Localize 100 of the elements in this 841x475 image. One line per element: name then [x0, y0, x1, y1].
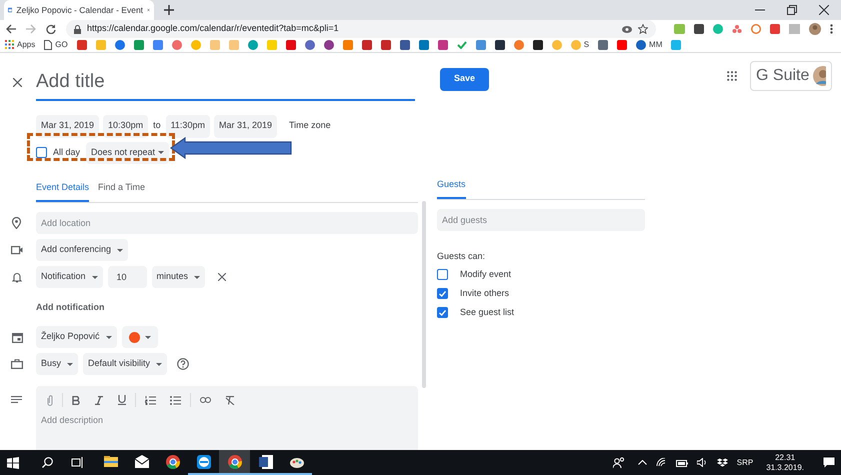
reload-icon[interactable] — [46, 24, 56, 34]
permission-label: See guest list — [460, 306, 514, 319]
eye-icon[interactable] — [622, 26, 632, 32]
caret-icon — [144, 336, 151, 338]
bell-icon — [12, 272, 22, 282]
date-chip[interactable]: Mar 31, 2019 — [36, 114, 100, 138]
add-notification-link[interactable]: Add notification — [36, 301, 104, 315]
people-icon[interactable] — [612, 457, 625, 468]
back-icon[interactable] — [6, 24, 16, 34]
notification-time-field[interactable]: 10 — [108, 266, 147, 288]
calendar-dropdown[interactable]: Željko Popović — [36, 326, 117, 348]
speaker-icon[interactable] — [696, 458, 708, 467]
visibility-dropdown[interactable]: Default visibility — [83, 353, 168, 375]
checkbox[interactable] — [437, 288, 448, 299]
time-chip[interactable]: 10:30pm — [103, 114, 148, 138]
help-icon[interactable] — [177, 358, 190, 370]
calendar-icon — [12, 332, 23, 342]
browser-icon — [164, 454, 180, 470]
guests-field[interactable]: Add guests — [437, 209, 645, 231]
task-view-icon[interactable] — [71, 457, 83, 468]
conferencing-dropdown[interactable]: Add conferencing — [36, 239, 128, 261]
video-camera-icon — [11, 245, 23, 255]
caret-icon — [158, 151, 164, 154]
caret-icon — [106, 336, 112, 338]
location-pin-icon — [11, 217, 22, 229]
notification-dropdown[interactable]: Notification — [36, 266, 103, 288]
link-icon[interactable] — [200, 397, 211, 403]
save-button[interactable]: Save — [440, 68, 489, 90]
tab-title: Zeljko Popovic - Calendar - Event — [16, 4, 144, 16]
remote-app-icon — [196, 454, 212, 470]
browser-tab[interactable]: Zeljko Popovic - Calendar - Event — [4, 0, 154, 20]
menu-icon[interactable] — [830, 24, 833, 34]
avatar-icon — [813, 66, 826, 86]
date-chip[interactable]: Mar 31, 2019 — [214, 114, 277, 138]
checkbox[interactable] — [437, 307, 448, 318]
guests-tab[interactable]: Guests — [437, 178, 466, 199]
description-icon — [11, 396, 22, 403]
chevron-up-icon[interactable] — [638, 460, 647, 465]
clear-formatting-icon[interactable] — [225, 396, 235, 404]
to-label: to — [152, 119, 162, 132]
lock-icon — [74, 24, 81, 34]
time-zone-link[interactable]: Time zone — [289, 119, 331, 133]
guests-can-label: Guests can: — [437, 250, 486, 263]
apps-grid-icon[interactable] — [727, 70, 737, 80]
folder-icon — [102, 454, 118, 470]
clock[interactable]: 22.31 31.3.2019. — [762, 452, 808, 472]
brand-logo-text: G Suite — [756, 66, 810, 86]
language-indicator[interactable]: SRP — [736, 456, 754, 468]
location-field[interactable]: Add location — [36, 212, 418, 234]
availability-dropdown[interactable]: Busy — [36, 353, 78, 375]
caret-icon — [194, 276, 200, 278]
briefcase-icon — [11, 359, 23, 369]
tab[interactable]: Event Details — [36, 180, 90, 202]
checkbox[interactable] — [437, 269, 448, 280]
star-icon[interactable] — [638, 24, 648, 34]
bookmark-label[interactable]: Apps — [17, 38, 36, 51]
bulleted-list-icon[interactable] — [170, 396, 181, 404]
address-bar[interactable]: https://calendar.google.com/calendar/r/eventedit?tab=mc&pli=1 — [66, 20, 656, 38]
notification-icon[interactable] — [823, 457, 835, 468]
color-dropdown[interactable] — [122, 326, 158, 348]
numbered-list-icon[interactable] — [145, 396, 156, 404]
search-icon[interactable] — [42, 457, 53, 468]
browser-icon — [226, 454, 242, 470]
apps-grid-icon — [5, 40, 14, 50]
repeat-dropdown[interactable]: Does not repeat — [86, 142, 170, 164]
extension-icon[interactable] — [732, 24, 742, 34]
document-icon — [258, 454, 274, 470]
url-text: https://calendar.google.com/calendar/r/eventedit?tab=mc&pli=1 — [87, 22, 339, 36]
italic-icon[interactable] — [95, 396, 103, 404]
page-icon — [44, 40, 52, 50]
taskbar-app[interactable] — [219, 450, 250, 475]
title-field[interactable]: Add title — [36, 64, 415, 100]
new-tab-icon[interactable] — [164, 5, 174, 15]
avatar-icon[interactable] — [809, 23, 821, 35]
wifi-icon[interactable] — [656, 458, 667, 467]
checkbox[interactable] — [36, 147, 47, 158]
battery-icon[interactable] — [676, 458, 688, 466]
caret-icon — [67, 362, 74, 366]
bookmark-label[interactable]: S — [584, 38, 590, 51]
description-placeholder: Add description — [41, 414, 104, 427]
time-chip[interactable]: 11:30pm — [166, 114, 210, 138]
dropbox-icon[interactable] — [716, 458, 728, 467]
unit-dropdown[interactable]: minutes — [152, 266, 206, 288]
caret-icon — [156, 362, 162, 366]
bookmark-label[interactable]: MM — [649, 38, 662, 51]
underline-icon[interactable] — [118, 395, 126, 405]
bookmark-label[interactable]: GO — [55, 38, 68, 51]
caret-icon — [92, 276, 98, 278]
close-icon[interactable] — [218, 273, 226, 281]
restore-icon[interactable] — [787, 5, 797, 15]
caret-icon — [117, 248, 124, 252]
windows-start-icon[interactable] — [7, 456, 19, 468]
tab[interactable]: Find a Time — [98, 180, 146, 202]
permission-label: Invite others — [460, 286, 510, 300]
all-day-label: All day — [53, 146, 80, 159]
account-badge[interactable]: G Suite — [750, 60, 832, 90]
close-icon[interactable] — [13, 78, 22, 87]
close-icon[interactable] — [819, 5, 829, 15]
bold-icon[interactable] — [72, 396, 80, 404]
permission-label: Modify event — [460, 268, 512, 281]
